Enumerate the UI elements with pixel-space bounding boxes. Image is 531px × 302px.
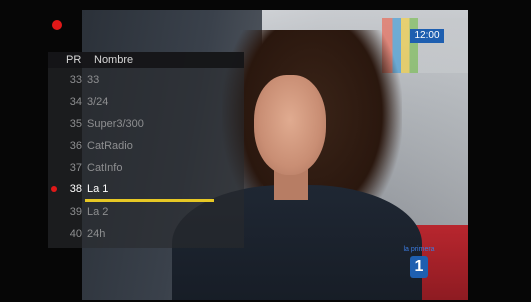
channel-logo-number: 1 [410,256,428,278]
channel-number: 39 [69,206,82,218]
channel-name: Super3/300 [87,118,144,130]
channel-number: 33 [69,74,82,86]
channel-name: La 1 [87,183,109,195]
channel-number: 37 [69,162,82,174]
channel-number: 34 [69,96,82,108]
channel-list-header: PR Nombre [48,52,244,68]
channel-row[interactable]: 39 La 2 [48,202,244,222]
channel-row-selected[interactable]: 38 La 1 [48,179,244,199]
channel-logo: la primera 1 [398,242,440,284]
channel-row[interactable]: 33 33 [48,70,244,90]
channel-row[interactable]: 35 Super3/300 [48,114,244,134]
channel-row[interactable]: 40 24h [48,224,244,244]
channel-number: 40 [69,228,82,240]
channel-name: 3/24 [87,96,109,108]
tv-screen: 12:00 la primera 1 PR Nombre 33 33 34 3/… [0,0,531,302]
channel-name: CatInfo [87,162,123,174]
on-screen-clock: 12:00 [410,29,444,43]
channel-row[interactable]: 36 CatRadio [48,136,244,156]
channel-row[interactable]: 37 CatInfo [48,158,244,178]
header-name: Nombre [94,54,134,66]
channel-number: 38 [69,183,82,195]
channel-name: CatRadio [87,140,133,152]
channel-number: 35 [69,118,82,130]
channel-row[interactable]: 34 3/24 [48,92,244,112]
header-pr: PR [66,54,82,66]
record-indicator-icon [52,20,62,30]
channel-name: 33 [87,74,100,86]
channel-number: 36 [69,140,82,152]
channel-name: 24h [87,228,106,240]
channel-name: La 2 [87,206,109,218]
news-anchor-face [254,75,326,175]
channel-logo-text: la primera [403,246,435,253]
